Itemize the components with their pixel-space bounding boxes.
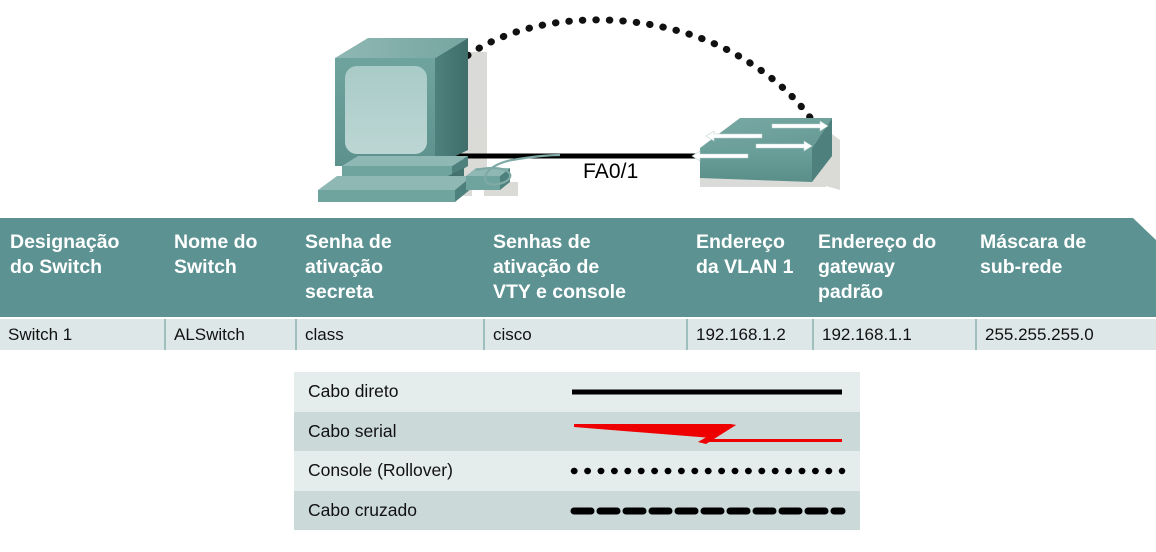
pc-workstation-icon — [318, 38, 561, 202]
interface-label-fa01: FA0/1 — [583, 160, 639, 183]
legend-sample-straight-cable — [570, 372, 846, 412]
table-cell-vty-console-password: cisco — [483, 319, 686, 350]
legend-sample-crossover-cable — [570, 491, 846, 531]
table-cell-switch-name: ALSwitch — [164, 319, 295, 350]
table-header-cell-2: Senha de ativação secreta — [305, 231, 392, 303]
switch-configuration-table: Designação do Switch Nome do Switch Senh… — [0, 218, 1156, 350]
legend-label-console-cable: Console (Rollover) — [308, 460, 453, 480]
table-header-cell-3: Senhas de ativação de VTY e console — [493, 231, 626, 303]
legend-row-serial-cable: Cabo serial — [294, 411, 860, 452]
topology-canvas — [318, 16, 840, 202]
legend-label-crossover-cable: Cabo cruzado — [308, 499, 417, 520]
table-header-cell-4: Endereço da VLAN 1 — [696, 231, 794, 278]
network-switch-icon — [691, 118, 832, 182]
table-cell-switch-designation: Switch 1 — [8, 325, 73, 344]
table-header-cell-0: Designação do Switch — [10, 231, 120, 278]
table-header-cell-5: Endereço do gateway padrão — [818, 231, 937, 303]
table-header-row: Designação do Switch Nome do Switch Senh… — [0, 218, 1156, 317]
legend-label-straight-cable: Cabo direto — [308, 381, 399, 401]
table-cell-subnet-mask: 255.255.255.0 — [975, 319, 1156, 350]
table-cell-enable-secret: class — [295, 319, 483, 350]
legend-row-straight-cable: Cabo direto — [294, 372, 860, 412]
network-topology-diagram: FA0/1 — [0, 0, 1156, 218]
legend-row-crossover-cable: Cabo cruzado — [294, 490, 860, 531]
table-row: Switch 1 ALSwitch class cisco 192.168.1.… — [0, 317, 1156, 350]
table-cell-default-gateway: 192.168.1.1 — [812, 319, 975, 350]
table-cell-vlan1-address: 192.168.1.2 — [686, 319, 812, 350]
legend-label-serial-cable: Cabo serial — [308, 420, 397, 441]
table-header-cell-6: Máscara de sub-rede — [980, 231, 1087, 278]
legend-sample-serial-cable — [570, 412, 846, 452]
cable-legend: Cabo direto Cabo serial Console (Rollove… — [294, 372, 860, 530]
legend-row-console-cable: Console (Rollover) — [294, 451, 860, 491]
legend-sample-console-cable — [570, 451, 846, 491]
table-header-cell-1: Nome do Switch — [174, 231, 258, 278]
